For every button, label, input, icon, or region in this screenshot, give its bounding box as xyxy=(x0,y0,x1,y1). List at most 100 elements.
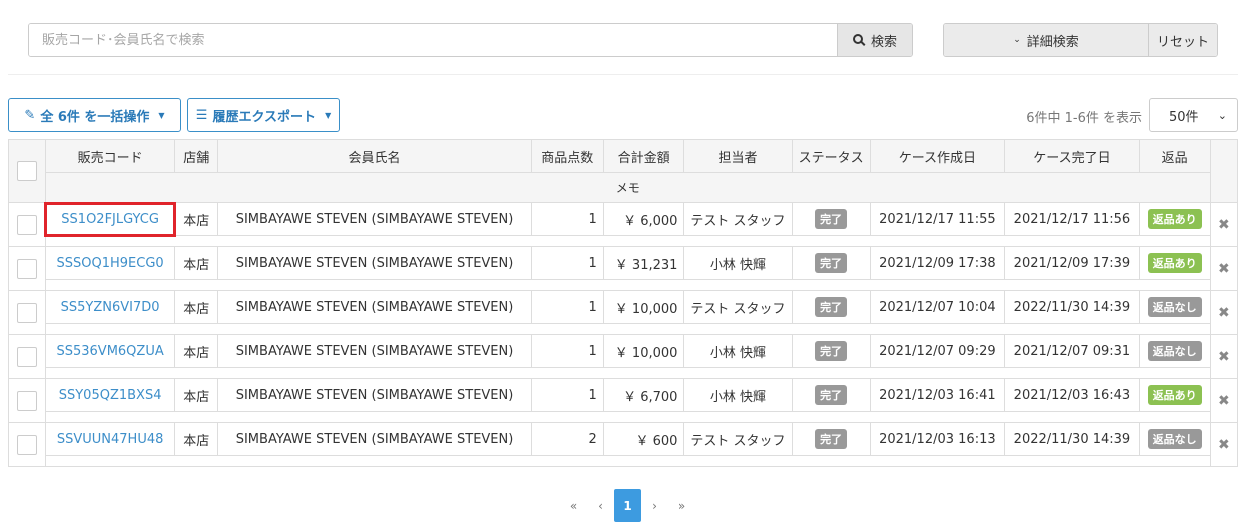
created-cell: 2021/12/03 16:41 xyxy=(869,378,1006,412)
delete-cell: ✖ xyxy=(1209,422,1239,467)
sale-code-link[interactable]: SSSOQ1H9ECG0 xyxy=(57,256,164,271)
prev-page-button[interactable]: ‹ xyxy=(587,489,614,522)
next-page-button[interactable]: › xyxy=(641,489,668,522)
code-cell: SS5YZN6VI7D0 xyxy=(44,290,176,324)
store-cell: 本店 xyxy=(174,290,219,324)
header-completed[interactable]: ケース完了日 xyxy=(1004,139,1140,173)
chevron-down-icon: ⌄ xyxy=(1217,108,1227,122)
qty-cell: 1 xyxy=(530,290,604,324)
row-select-cell xyxy=(8,378,46,423)
staff-cell: テスト スタッフ xyxy=(683,422,793,456)
caret-down-icon: ▼ xyxy=(325,110,332,120)
member-cell: SIMBAYAWE STEVEN (SIMBAYAWE STEVEN) xyxy=(217,422,532,456)
memo-cell xyxy=(44,367,1211,379)
select-all-checkbox[interactable] xyxy=(16,161,37,181)
header-code[interactable]: 販売コード xyxy=(44,139,176,173)
sale-code-link[interactable]: SS536VM6QZUA xyxy=(56,344,163,359)
return-badge: 返品なし xyxy=(1147,341,1202,361)
sale-code-link[interactable]: SS1O2FJLGYCG xyxy=(61,212,159,227)
memo-row xyxy=(9,279,1238,291)
reset-button[interactable]: リセット xyxy=(1148,24,1217,56)
store-cell: 本店 xyxy=(174,202,219,236)
advanced-search-group: ⌄ 詳細検索 リセット xyxy=(943,23,1218,57)
store-cell: 本店 xyxy=(174,422,219,456)
member-cell: SIMBAYAWE STEVEN (SIMBAYAWE STEVEN) xyxy=(217,290,532,324)
pagination: « ‹ 1 › » xyxy=(560,489,695,522)
return-cell: 返品あり xyxy=(1138,202,1211,236)
completed-cell: 2021/12/17 11:56 xyxy=(1004,202,1140,236)
qty-cell: 1 xyxy=(530,378,604,412)
header-store[interactable]: 店舗 xyxy=(174,139,219,173)
delete-cell: ✖ xyxy=(1209,290,1239,335)
table-row: SSSOQ1H9ECG0 本店 SIMBAYAWE STEVEN (SIMBAYAW… xyxy=(8,246,1239,291)
per-page-select[interactable]: 50件 ⌄ xyxy=(1149,98,1238,132)
total-cell: ￥ 10,000 xyxy=(602,290,685,324)
header-return[interactable]: 返品 xyxy=(1138,139,1211,173)
return-badge: 返品なし xyxy=(1147,429,1202,449)
list-icon: ☰ xyxy=(195,107,208,123)
row-checkbox[interactable] xyxy=(16,302,37,323)
member-cell: SIMBAYAWE STEVEN (SIMBAYAWE STEVEN) xyxy=(217,334,532,368)
close-icon[interactable]: ✖ xyxy=(1218,217,1230,233)
search-icon xyxy=(852,34,863,44)
sale-code-link[interactable]: SSY05QZ1BXS4 xyxy=(59,388,162,403)
sale-code-link[interactable]: SSVUUN47HU48 xyxy=(57,432,164,447)
row-checkbox[interactable] xyxy=(16,214,37,235)
close-icon[interactable]: ✖ xyxy=(1218,437,1230,453)
status-cell: 完了 xyxy=(791,202,871,236)
member-cell: SIMBAYAWE STEVEN (SIMBAYAWE STEVEN) xyxy=(217,202,532,236)
close-icon[interactable]: ✖ xyxy=(1218,305,1230,321)
total-cell: ￥ 31,231 xyxy=(602,246,685,280)
table-row: SS1O2FJLGYCG 本店 SIMBAYAWE STEVEN (SIMBAYAW… xyxy=(8,201,1239,247)
row-checkbox[interactable] xyxy=(16,390,37,411)
per-page-value: 50件 xyxy=(1169,109,1199,125)
table-row: SSVUUN47HU48 本店 SIMBAYAWE STEVEN (SIMBAYAW… xyxy=(8,422,1239,467)
bulk-action-button[interactable]: ✎ 全 6件 を一括操作 ▼ xyxy=(8,98,181,132)
total-cell: ￥ 10,000 xyxy=(602,334,685,368)
memo-cell xyxy=(44,279,1211,291)
created-cell: 2021/12/09 17:38 xyxy=(869,246,1006,280)
row-select-cell xyxy=(8,246,46,291)
search-button[interactable]: 検索 xyxy=(837,24,912,56)
delete-cell: ✖ xyxy=(1209,246,1239,291)
header-total[interactable]: 合計金額 xyxy=(602,139,685,173)
header-member[interactable]: 会員氏名 xyxy=(217,139,532,173)
code-cell: SSSOQ1H9ECG0 xyxy=(44,246,176,280)
edit-icon: ✎ xyxy=(24,107,36,123)
memo-cell xyxy=(44,411,1211,423)
row-checkbox[interactable] xyxy=(16,346,37,367)
header-memo: メモ xyxy=(44,172,1211,203)
search-input[interactable] xyxy=(29,24,837,56)
export-history-button[interactable]: ☰ 履歴エクスポート ▼ xyxy=(187,98,340,132)
close-icon[interactable]: ✖ xyxy=(1218,393,1230,409)
return-badge: 返品なし xyxy=(1147,297,1202,317)
header-created[interactable]: ケース作成日 xyxy=(869,139,1006,173)
status-cell: 完了 xyxy=(791,422,871,456)
current-page-button[interactable]: 1 xyxy=(614,489,641,522)
return-cell: 返品あり xyxy=(1138,246,1211,280)
close-icon[interactable]: ✖ xyxy=(1218,349,1230,365)
return-badge: 返品あり xyxy=(1147,385,1202,405)
last-page-button[interactable]: » xyxy=(668,489,695,522)
row-checkbox[interactable] xyxy=(16,434,37,455)
sale-code-link[interactable]: SS5YZN6VI7D0 xyxy=(61,300,160,315)
row-checkbox[interactable] xyxy=(16,258,37,279)
member-cell: SIMBAYAWE STEVEN (SIMBAYAWE STEVEN) xyxy=(217,246,532,280)
header-status[interactable]: ステータス xyxy=(791,139,871,173)
delete-cell: ✖ xyxy=(1209,378,1239,423)
status-cell: 完了 xyxy=(791,246,871,280)
memo-row xyxy=(9,455,1238,467)
status-badge: 完了 xyxy=(815,209,848,229)
first-page-button[interactable]: « xyxy=(560,489,587,522)
header-staff[interactable]: 担当者 xyxy=(683,139,793,173)
code-cell: SS536VM6QZUA xyxy=(44,334,176,368)
qty-cell: 1 xyxy=(530,246,604,280)
status-cell: 完了 xyxy=(791,334,871,368)
advanced-search-button[interactable]: ⌄ 詳細検索 xyxy=(944,24,1148,56)
total-cell: ￥ 6,700 xyxy=(602,378,685,412)
header-qty[interactable]: 商品点数 xyxy=(530,139,604,173)
store-cell: 本店 xyxy=(174,334,219,368)
qty-cell: 1 xyxy=(530,334,604,368)
close-icon[interactable]: ✖ xyxy=(1218,261,1230,277)
completed-cell: 2022/11/30 14:39 xyxy=(1004,422,1140,456)
